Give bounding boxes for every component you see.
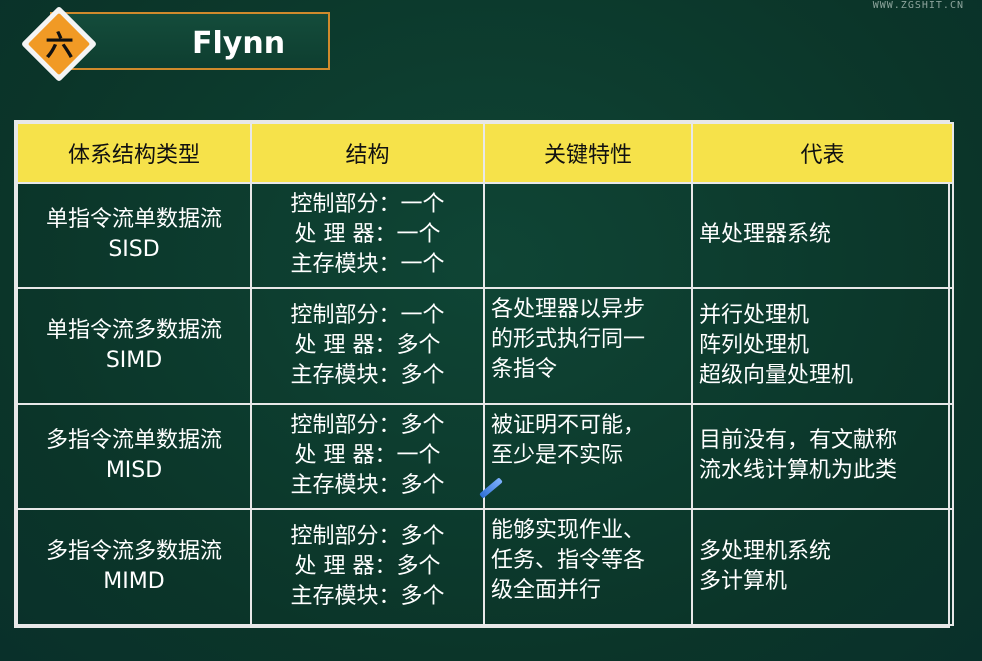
cell-representatives: 并行处理机 阵列处理机 超级向量处理机 — [691, 286, 954, 405]
header-type: 体系结构类型 — [16, 122, 252, 184]
cell-type: 多指令流多数据流 MIMD — [16, 507, 252, 627]
cell-features: 各处理器以异步 的形式执行同一 条指令 — [483, 286, 693, 405]
cell-structure: 控制部分：多个 处 理 器：一个 主存模块：多个 — [250, 402, 485, 510]
table-row: 单指令流多数据流 SIMD 控制部分：一个 处 理 器：多个 主存模块：多个 各… — [16, 286, 954, 405]
flynn-table: 体系结构类型 结构 关键特性 代表 单指令流单数据流 SISD 控制部分：一个 … — [14, 120, 954, 628]
cell-structure: 控制部分：多个 处 理 器：多个 主存模块：多个 — [250, 507, 485, 627]
cell-features: 能够实现作业、 任务、指令等各 级全面并行 — [483, 507, 693, 627]
cell-representatives: 多处理机系统 多计算机 — [691, 507, 954, 627]
table-header-row: 体系结构类型 结构 关键特性 代表 — [16, 122, 954, 184]
cell-type: 多指令流单数据流 MISD — [16, 402, 252, 510]
cell-type: 单指令流单数据流 SISD — [16, 182, 252, 289]
section-number-badge: 六 — [20, 5, 98, 83]
table-row: 多指令流多数据流 MIMD 控制部分：多个 处 理 器：多个 主存模块：多个 能… — [16, 507, 954, 627]
header-representatives: 代表 — [691, 122, 954, 184]
header-features: 关键特性 — [483, 122, 693, 184]
section-number: 六 — [45, 29, 74, 62]
cell-type: 单指令流多数据流 SIMD — [16, 286, 252, 405]
watermark: WWW.ZGSHIT.CN — [872, 0, 964, 11]
cell-representatives: 目前没有，有文献称 流水线计算机为此类 — [691, 402, 954, 510]
cell-structure: 控制部分：一个 处 理 器：多个 主存模块：多个 — [250, 286, 485, 405]
page-title: Flynn — [192, 26, 286, 61]
table-row: 单指令流单数据流 SISD 控制部分：一个 处 理 器：一个 主存模块：一个 单… — [16, 182, 954, 289]
cell-features — [483, 182, 693, 289]
cell-structure: 控制部分：一个 处 理 器：一个 主存模块：一个 — [250, 182, 485, 289]
cell-features: 被证明不可能， 至少是不实际 — [483, 402, 693, 510]
slide: WWW.ZGSHIT.CN Flynn 六 体系结构类型 结构 关键特性 代表 — [0, 0, 982, 661]
cell-representatives: 单处理器系统 — [691, 182, 954, 289]
header-structure: 结构 — [250, 122, 485, 184]
